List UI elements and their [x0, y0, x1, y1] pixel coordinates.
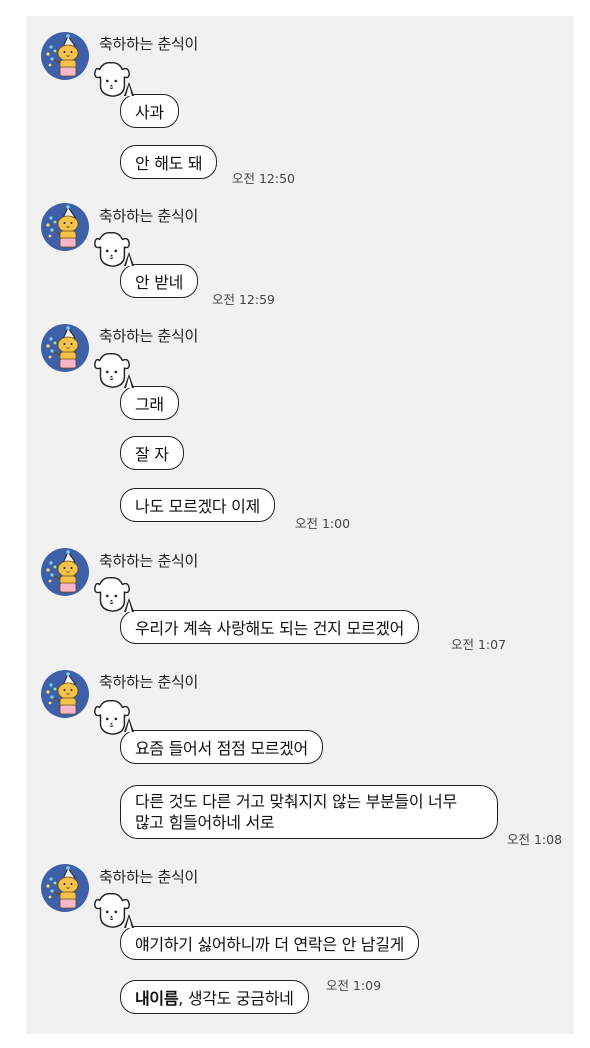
sender-name: 축하하는 춘식이: [99, 673, 198, 691]
message-time: 오전 1:09: [326, 978, 382, 993]
message-time: 오전 12:59: [212, 292, 275, 307]
message-bubble[interactable]: 내이름, 생각도 궁금하네: [120, 980, 309, 1014]
sender-name: 축하하는 춘식이: [99, 868, 198, 886]
avatar-icon[interactable]: [41, 203, 89, 251]
message-line: 다른 것도 다른 거고 맞춰지지 않는 부분들이 너무: [135, 792, 457, 811]
message-bubble[interactable]: 사과: [120, 82, 179, 128]
message-text: , 생각도 궁금하네: [178, 989, 294, 1008]
message-bubble[interactable]: 잘 자: [120, 436, 184, 470]
message-bubble[interactable]: 안 받네: [120, 252, 199, 298]
avatar-icon[interactable]: [41, 32, 89, 80]
message-bubble[interactable]: 안 해도 돼: [120, 145, 218, 179]
message-time: 오전 1:08: [507, 832, 563, 847]
sender-name: 축하하는 춘식이: [99, 207, 198, 225]
message-bubble[interactable]: 다른 것도 다른 거고 맞춰지지 않는 부분들이 너무 많고 힘들어하네 서로: [120, 785, 498, 839]
avatar-icon[interactable]: [41, 324, 89, 372]
sender-name: 축하하는 춘식이: [99, 552, 198, 570]
avatar-icon[interactable]: [41, 864, 89, 912]
message-time: 오전 12:50: [232, 171, 295, 186]
message-bubble[interactable]: 얘기하기 싫어하니까 더 연락은 안 남길게: [120, 914, 420, 960]
message-bubble[interactable]: 요즘 들어서 점점 모르겠어: [120, 718, 323, 764]
message-time: 오전 1:00: [295, 516, 351, 531]
message-bubble[interactable]: 나도 모르겠다 이제: [120, 488, 275, 522]
message-bubble[interactable]: 우리가 계속 사랑해도 되는 건지 모르겠어: [120, 598, 420, 644]
sender-name: 축하하는 춘식이: [99, 35, 198, 53]
highlighted-name: 내이름: [135, 989, 179, 1008]
message-time: 오전 1:07: [451, 637, 507, 652]
message-bubble[interactable]: 그래: [120, 374, 179, 420]
avatar-icon[interactable]: [41, 548, 89, 596]
sender-name: 축하하는 춘식이: [99, 327, 198, 345]
avatar-icon[interactable]: [41, 670, 89, 718]
message-line: 많고 힘들어하네 서로: [135, 813, 275, 832]
